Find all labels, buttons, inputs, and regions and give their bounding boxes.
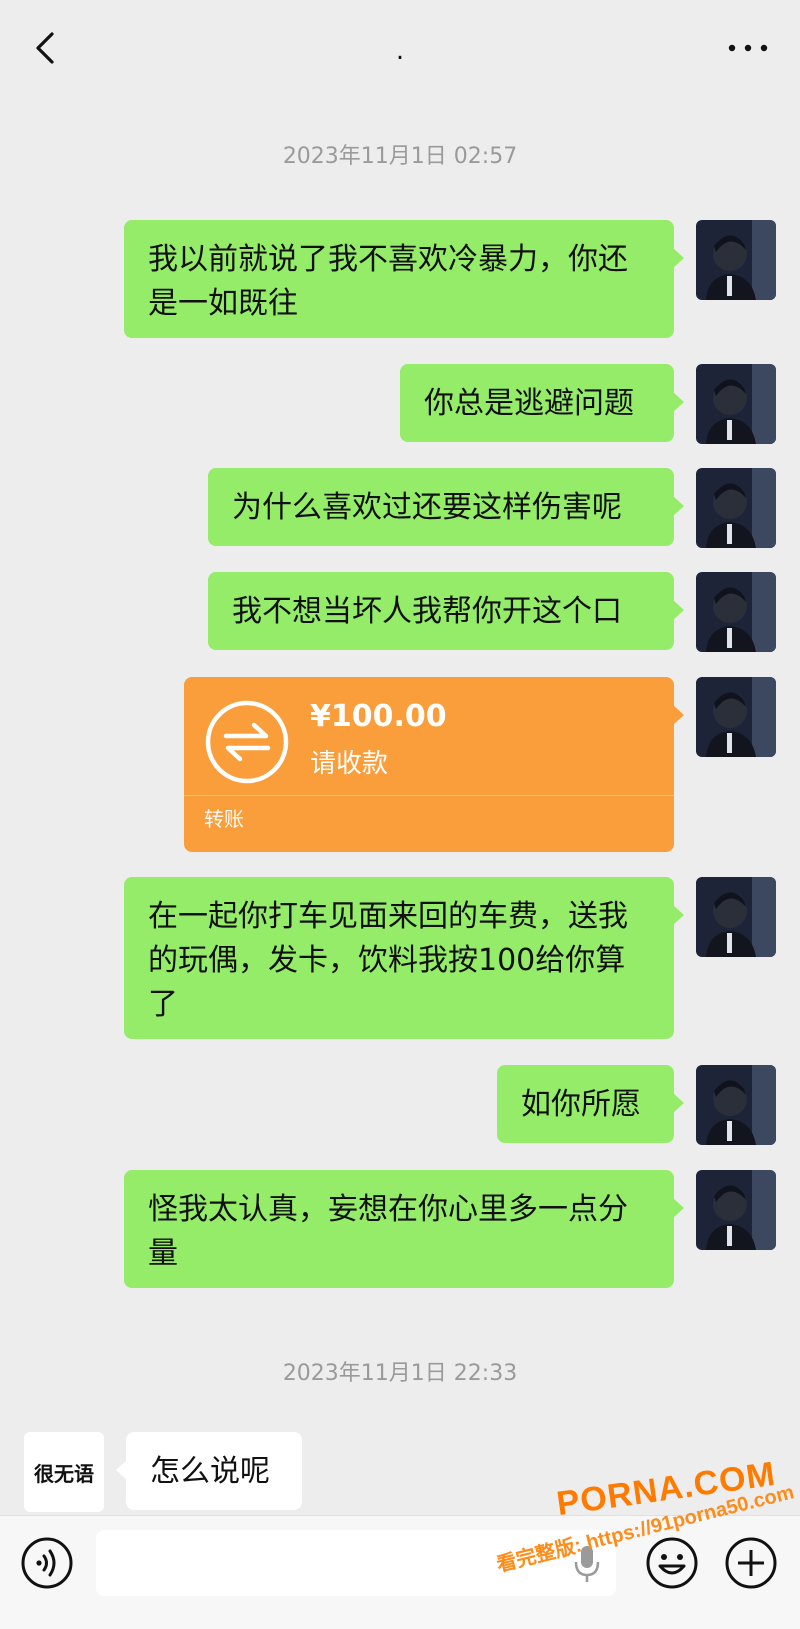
user-avatar[interactable] xyxy=(696,877,776,957)
transfer-amount: ¥100.00 xyxy=(310,699,447,734)
message-text: 的玩偶，发卡，饮料我按100给你算 xyxy=(148,943,626,978)
message-text: 怪我太认真，妄想在你心里多一点分 xyxy=(148,1192,628,1227)
chat-screen: . 2023年11月1日 02:57 我以前就说了我不喜欢冷暴力，你还 是一如既… xyxy=(0,0,800,1629)
chat-title: . xyxy=(395,36,405,66)
user-avatar[interactable] xyxy=(696,220,776,300)
message-bubble[interactable]: 如你所愿 xyxy=(497,1065,684,1143)
message-bubble[interactable]: 怪我太认真，妄想在你心里多一点分 量 xyxy=(124,1170,684,1288)
message-text: 在一起你打车见面来回的车费，送我 xyxy=(148,899,628,934)
message-bubble[interactable]: 我以前就说了我不喜欢冷暴力，你还 是一如既往 xyxy=(124,220,684,338)
transfer-label: 转账 xyxy=(204,807,244,831)
transfer-card[interactable]: ¥100.00 请收款 转账 xyxy=(184,677,684,852)
user-avatar[interactable] xyxy=(696,677,776,757)
plus-icon[interactable] xyxy=(724,1536,778,1590)
message-bubble[interactable]: 在一起你打车见面来回的车费，送我 的玩偶，发卡，饮料我按100给你算 了 xyxy=(124,877,684,1039)
message-bubble[interactable]: 你总是逃避问题 xyxy=(400,364,684,442)
timestamp: 2023年11月1日 02:57 xyxy=(282,144,518,169)
user-avatar[interactable] xyxy=(696,1170,776,1250)
emoji-icon[interactable] xyxy=(645,1536,699,1590)
divider xyxy=(184,795,674,796)
message-bubble[interactable]: 为什么喜欢过还要这样伤害呢 xyxy=(208,468,684,546)
contact-avatar[interactable]: 很无语 xyxy=(24,1432,104,1512)
voice-icon[interactable] xyxy=(20,1536,74,1590)
user-avatar[interactable] xyxy=(696,572,776,652)
user-avatar[interactable] xyxy=(696,1065,776,1145)
message-text: 我不想当坏人我帮你开这个口 xyxy=(232,594,622,629)
message-text: 为什么喜欢过还要这样伤害呢 xyxy=(232,490,622,525)
user-avatar[interactable] xyxy=(696,364,776,444)
message-text: 你总是逃避问题 xyxy=(424,386,634,421)
transfer-status: 请收款 xyxy=(310,749,389,779)
message-bubble[interactable]: 怎么说呢 xyxy=(116,1432,302,1510)
message-bubble[interactable]: 我不想当坏人我帮你开这个口 xyxy=(208,572,684,650)
chat-header: . xyxy=(0,0,800,100)
message-text: 是一如既往 xyxy=(148,286,298,321)
more-icon[interactable] xyxy=(726,38,770,58)
message-text: 了 xyxy=(148,987,178,1022)
message-text: 怎么说呢 xyxy=(150,1454,270,1489)
message-text: 如你所愿 xyxy=(521,1087,641,1122)
user-avatar[interactable] xyxy=(696,468,776,548)
message-text: 量 xyxy=(148,1236,178,1271)
transfer-icon xyxy=(205,700,289,784)
timestamp: 2023年11月1日 22:33 xyxy=(282,1361,518,1386)
message-text: 我以前就说了我不喜欢冷暴力，你还 xyxy=(148,242,628,277)
